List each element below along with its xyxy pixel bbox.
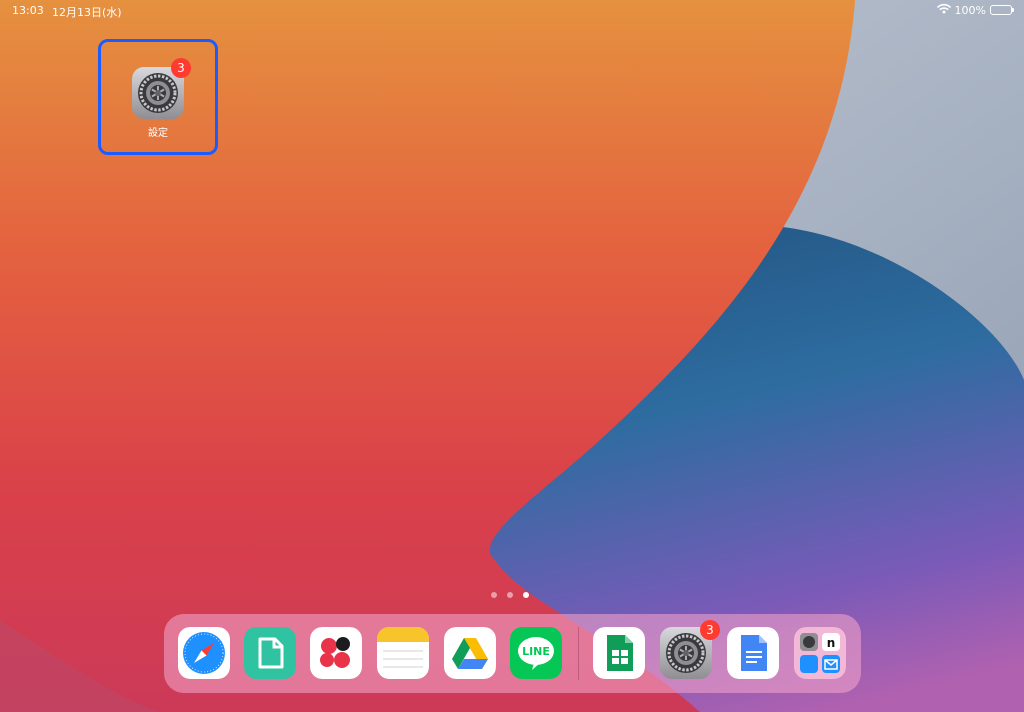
page-dot-3-active[interactable] [523, 592, 529, 598]
notes-icon [377, 627, 429, 679]
battery-percent: 100% [954, 3, 986, 17]
status-time: 13:03 [12, 4, 44, 17]
dock-app-google-drive[interactable] [444, 627, 496, 679]
line-icon-text: LINE [522, 645, 550, 658]
flower-petals-app-icon [310, 627, 362, 679]
dock-app-google-sheets[interactable] [593, 627, 645, 679]
notification-badge: 3 [700, 620, 720, 640]
page-dot-1[interactable] [491, 592, 497, 598]
settings-app-highlight[interactable]: 3 設定 [98, 39, 218, 155]
google-docs-icon [727, 627, 779, 679]
settings-app-icon[interactable]: 3 [132, 58, 191, 119]
dock: LINE 3 n [164, 614, 861, 693]
status-bar: 13:03 12月13日(水) 100% [0, 0, 1024, 20]
settings-app-label: 設定 [148, 128, 168, 139]
dock-separator [578, 627, 579, 680]
wifi-icon [936, 3, 951, 17]
dock-app-notes[interactable] [377, 627, 429, 679]
line-icon: LINE [510, 627, 562, 679]
notification-badge: 3 [171, 58, 191, 78]
dock-app-google-docs[interactable] [727, 627, 779, 679]
page-indicator[interactable] [491, 592, 529, 598]
google-sheets-icon [593, 627, 645, 679]
page-dot-2[interactable] [507, 592, 513, 598]
dock-app-files[interactable] [244, 627, 296, 679]
status-right: 100% [936, 3, 1014, 17]
app-folder-icon: n [794, 627, 846, 679]
safari-icon [178, 627, 230, 679]
status-date: 12月13日(水) [52, 6, 122, 19]
dock-app-petals[interactable] [310, 627, 362, 679]
dock-app-safari[interactable] [178, 627, 230, 679]
dock-app-library[interactable]: n [794, 627, 846, 679]
dock-app-settings[interactable]: 3 [660, 620, 720, 679]
battery-charging-icon [990, 5, 1014, 15]
google-drive-icon [444, 627, 496, 679]
files-green-document-icon [244, 627, 296, 679]
svg-text:n: n [827, 636, 836, 650]
dock-app-line[interactable]: LINE [510, 627, 562, 679]
